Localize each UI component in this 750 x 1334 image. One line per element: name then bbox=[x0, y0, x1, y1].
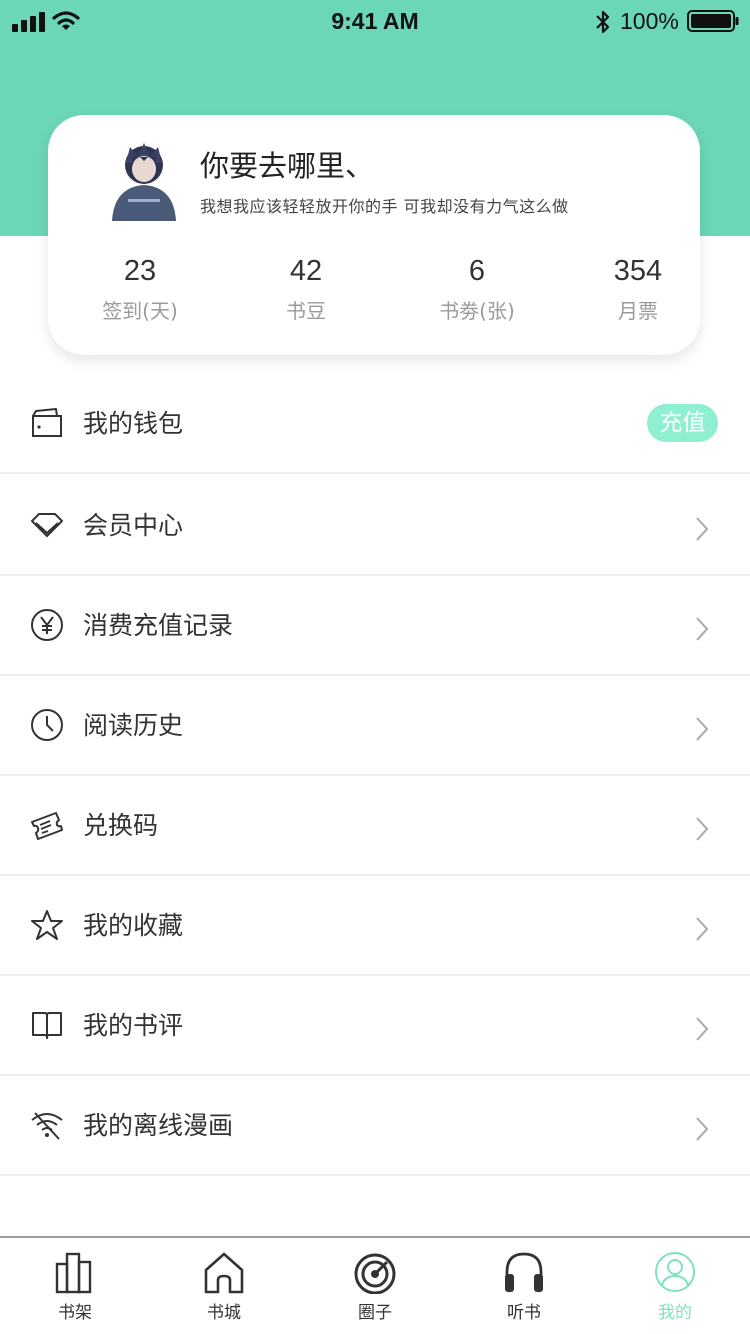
tab-bookstore[interactable]: 书城 bbox=[174, 1250, 274, 1323]
tab-audiobooks[interactable]: 听书 bbox=[474, 1250, 574, 1323]
menu-item-offline-comics[interactable]: 我的离线漫画 bbox=[0, 1076, 750, 1176]
menu-item-wallet[interactable]: 我的钱包 充值 bbox=[0, 374, 750, 474]
chevron-right-icon bbox=[696, 517, 709, 541]
chevron-right-icon bbox=[696, 1017, 709, 1041]
menu-label: 消费充值记录 bbox=[83, 611, 234, 640]
chevron-right-icon bbox=[696, 617, 709, 641]
stat-value: 354 bbox=[613, 255, 663, 287]
menu-item-purchase-records[interactable]: 消费充值记录 bbox=[0, 576, 750, 676]
user-bio: 我想我应该轻轻放开你的手 可我却没有力气这么做 bbox=[200, 197, 569, 216]
bookshelf-icon bbox=[55, 1252, 92, 1294]
tab-bookshelf[interactable]: 书架 bbox=[25, 1250, 125, 1323]
tab-label: 听书 bbox=[507, 1303, 541, 1323]
clock-icon bbox=[31, 709, 63, 741]
menu-item-favorites[interactable]: 我的收藏 bbox=[0, 876, 750, 976]
user-icon bbox=[655, 1252, 695, 1292]
stat-book-vouchers[interactable]: 6 书劵(张) bbox=[417, 253, 537, 324]
stat-monthly-tickets[interactable]: 354 月票 bbox=[578, 253, 698, 324]
battery-icon bbox=[687, 10, 739, 32]
menu-item-membership[interactable]: 会员中心 bbox=[0, 476, 750, 576]
headphones-icon bbox=[505, 1252, 543, 1292]
chevron-right-icon bbox=[696, 717, 709, 741]
stat-label: 月票 bbox=[618, 299, 658, 323]
tab-label: 我的 bbox=[658, 1303, 692, 1323]
chevron-right-icon bbox=[696, 917, 709, 941]
star-icon bbox=[31, 910, 63, 940]
profile-card: 你要去哪里、 我想我应该轻轻放开你的手 可我却没有力气这么做 23 签到(天) … bbox=[48, 115, 700, 355]
wallet-icon bbox=[32, 408, 62, 437]
tab-bar: 书架 书城 圈子 听书 我的 bbox=[0, 1236, 750, 1334]
tab-mine[interactable]: 我的 bbox=[625, 1250, 725, 1323]
tab-label: 圈子 bbox=[358, 1303, 392, 1323]
chevron-right-icon bbox=[696, 1117, 709, 1141]
target-icon bbox=[354, 1253, 396, 1294]
battery-percentage: 100% bbox=[620, 8, 679, 34]
recharge-button[interactable]: 充值 bbox=[647, 404, 718, 442]
menu-label: 会员中心 bbox=[83, 511, 184, 540]
ticket-icon bbox=[31, 812, 63, 840]
menu-item-book-reviews[interactable]: 我的书评 bbox=[0, 976, 750, 1076]
menu-label: 我的钱包 bbox=[83, 409, 184, 438]
username: 你要去哪里、 bbox=[200, 149, 375, 183]
menu-label: 阅读历史 bbox=[83, 711, 184, 740]
stat-value: 42 bbox=[289, 255, 323, 287]
menu-label: 我的离线漫画 bbox=[83, 1111, 234, 1140]
offline-wifi-icon bbox=[31, 1112, 63, 1140]
tab-label: 书架 bbox=[58, 1303, 92, 1323]
diamond-icon bbox=[31, 513, 63, 537]
menu-item-redeem-code[interactable]: 兑换码 bbox=[0, 776, 750, 876]
stat-label: 书劵(张) bbox=[439, 299, 515, 323]
chevron-right-icon bbox=[696, 817, 709, 841]
status-bar: 9:41 AM 100% bbox=[0, 0, 750, 42]
stat-book-beans[interactable]: 42 书豆 bbox=[246, 253, 366, 324]
stat-value: 6 bbox=[468, 255, 486, 287]
bluetooth-icon bbox=[596, 10, 610, 34]
home-icon bbox=[204, 1252, 244, 1294]
avatar[interactable] bbox=[104, 135, 184, 221]
stat-label: 签到(天) bbox=[102, 299, 178, 323]
tab-circle[interactable]: 圈子 bbox=[325, 1250, 425, 1323]
menu-label: 兑换码 bbox=[83, 811, 159, 840]
yen-coin-icon bbox=[31, 609, 63, 641]
tab-label: 书城 bbox=[207, 1303, 241, 1323]
menu-label: 我的书评 bbox=[83, 1011, 184, 1040]
menu-label: 我的收藏 bbox=[83, 911, 184, 940]
stat-label: 书豆 bbox=[286, 299, 326, 323]
stat-value: 23 bbox=[123, 255, 157, 287]
menu-item-reading-history[interactable]: 阅读历史 bbox=[0, 676, 750, 776]
stat-checkin-days[interactable]: 23 签到(天) bbox=[80, 253, 200, 324]
open-book-icon bbox=[32, 1012, 62, 1039]
